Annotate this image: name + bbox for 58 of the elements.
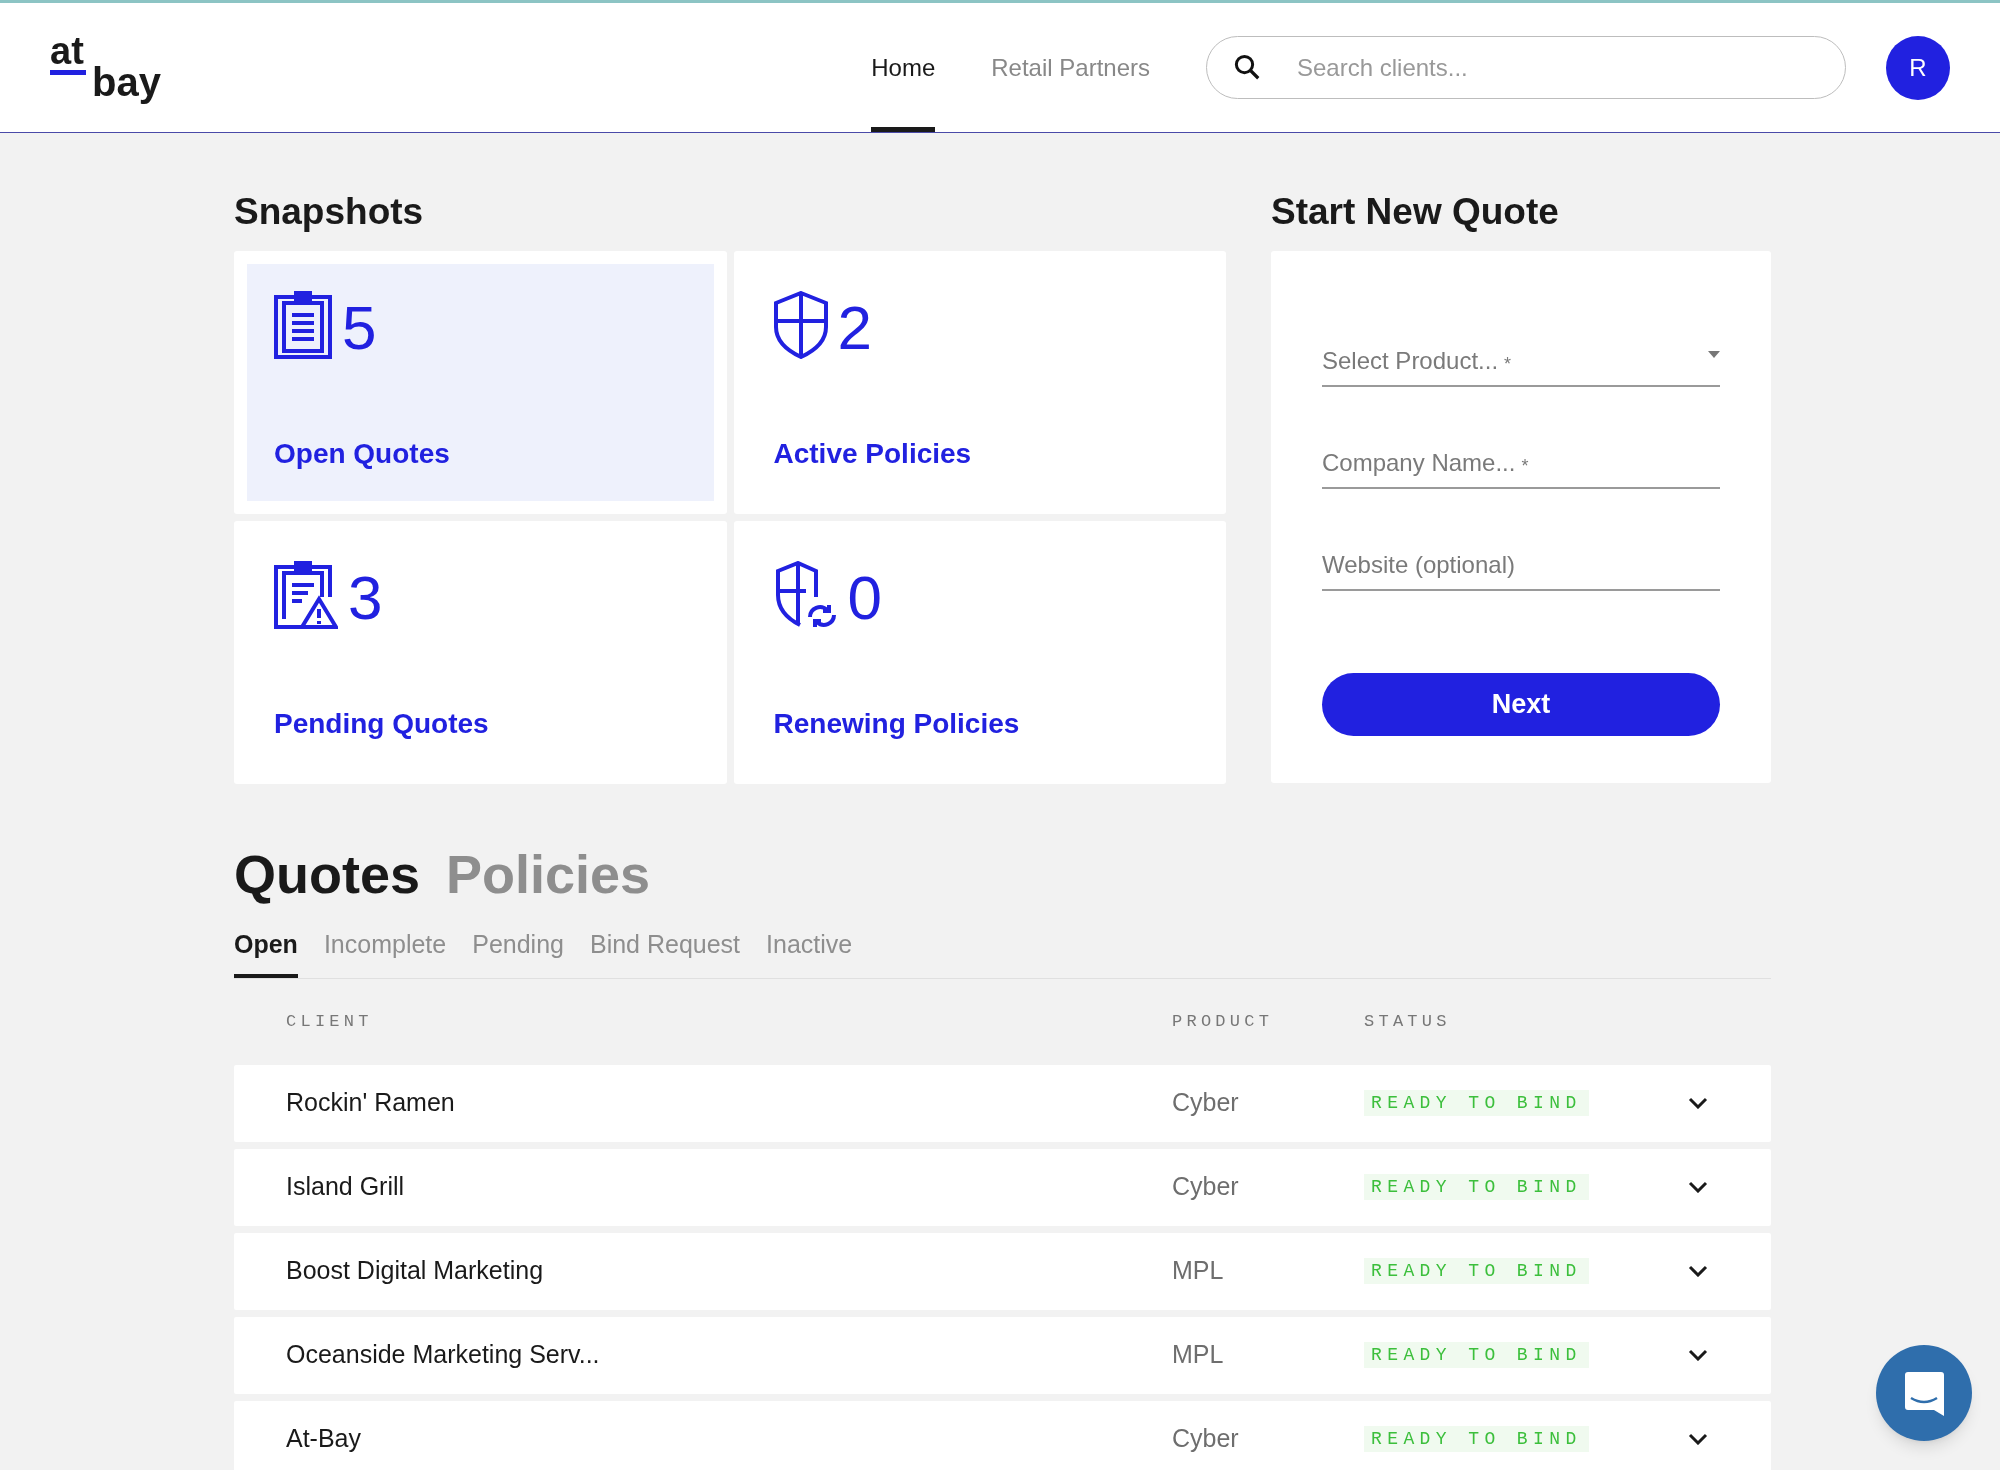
- section-title: Start New Quote: [1271, 190, 1559, 234]
- snapshot-label: Pending Quotes: [274, 707, 489, 741]
- snapshot-card[interactable]: 5 Open Quotes: [247, 264, 714, 501]
- input-field[interactable]: Website (optional): [1322, 531, 1720, 591]
- product-name: Cyber: [1172, 1424, 1239, 1453]
- clipboard-icon: [274, 291, 332, 359]
- product-name: Cyber: [1172, 1172, 1239, 1201]
- status-badge: READY TO BIND: [1364, 1257, 1589, 1284]
- clipboard-warning-icon: [274, 561, 338, 629]
- chevron-down-icon[interactable]: [1688, 1181, 1708, 1193]
- table-row[interactable]: Rockin' Ramen Cyber READY TO BIND: [234, 1064, 1771, 1142]
- nav-link[interactable]: Retail Partners: [991, 3, 1150, 132]
- logo-text: at: [50, 33, 84, 68]
- search-field[interactable]: Search clients...: [1206, 36, 1846, 99]
- next-button[interactable]: Next: [1322, 673, 1720, 736]
- status-badge: READY TO BIND: [1364, 1089, 1589, 1116]
- product-name: Cyber: [1172, 1088, 1239, 1117]
- table-row[interactable]: At-Bay Cyber READY TO BIND: [234, 1400, 1771, 1470]
- shield-refresh-icon: [773, 561, 838, 629]
- client-name: At-Bay: [286, 1424, 362, 1453]
- chevron-down-icon[interactable]: [1688, 1265, 1708, 1277]
- snapshot-count: 3: [348, 567, 383, 629]
- snapshot-count: 2: [837, 297, 872, 359]
- chevron-down-icon[interactable]: [1688, 1433, 1708, 1445]
- status-badge: READY TO BIND: [1364, 1173, 1589, 1200]
- product-name: MPL: [1172, 1256, 1224, 1285]
- search-icon: [1232, 52, 1262, 82]
- product-select[interactable]: Select Product... *: [1322, 327, 1720, 387]
- snapshot-label: Active Policies: [773, 437, 972, 471]
- snapshot-count: 0: [847, 567, 882, 629]
- snapshot-label: Open Quotes: [274, 437, 450, 471]
- filter-tab[interactable]: Open: [234, 926, 298, 978]
- column-header: CLIENT: [286, 1011, 373, 1031]
- client-name: Oceanside Marketing Serv...: [286, 1340, 600, 1369]
- product-name: MPL: [1172, 1340, 1224, 1369]
- column-header: STATUS: [1364, 1011, 1451, 1031]
- logo-text: bay: [92, 61, 161, 102]
- column-header: PRODUCT: [1172, 1011, 1274, 1031]
- client-name: Island Grill: [286, 1172, 405, 1201]
- section-tab[interactable]: Quotes: [234, 844, 421, 904]
- table-row[interactable]: Oceanside Marketing Serv... MPL READY TO BIND: [234, 1316, 1771, 1394]
- input-field[interactable]: Company Name... *: [1322, 429, 1720, 489]
- snapshot-count: 5: [342, 297, 377, 359]
- table-row[interactable]: Boost Digital Marketing MPL READY TO BIND: [234, 1232, 1771, 1310]
- section-title: Snapshots: [234, 190, 424, 234]
- client-name: Boost Digital Marketing: [286, 1256, 544, 1285]
- avatar[interactable]: R: [1886, 35, 1950, 100]
- dropdown-caret-icon: [1708, 351, 1720, 358]
- shield-icon: [773, 291, 828, 359]
- nav-link[interactable]: Home: [871, 3, 936, 132]
- table-row[interactable]: Island Grill Cyber READY TO BIND: [234, 1148, 1771, 1226]
- snapshot-label: Renewing Policies: [773, 707, 1020, 741]
- client-name: Rockin' Ramen: [286, 1088, 455, 1117]
- status-badge: READY TO BIND: [1364, 1425, 1589, 1452]
- status-badge: READY TO BIND: [1364, 1341, 1589, 1368]
- chevron-down-icon[interactable]: [1688, 1349, 1708, 1361]
- logo-mark: [50, 69, 86, 75]
- chevron-down-icon[interactable]: [1688, 1097, 1708, 1109]
